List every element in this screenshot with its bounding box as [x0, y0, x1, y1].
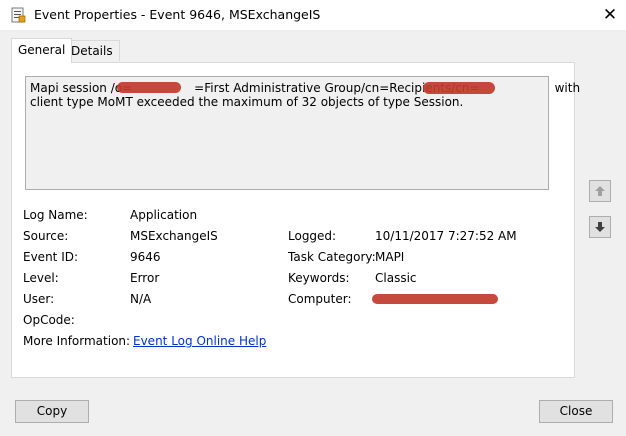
tab-details[interactable]: Details [64, 40, 120, 61]
window-title: Event Properties - Event 9646, MSExchang… [34, 7, 321, 22]
description-line-2: client type MoMT exceeded the maximum of… [30, 95, 464, 109]
computer-label: Computer: [288, 292, 352, 306]
event-description-box[interactable]: Mapi session /o= =First Administrative Gr… [25, 76, 580, 190]
log-name-value: Application [130, 208, 198, 222]
logged-value: 10/11/2017 7:27:52 AM [375, 229, 517, 243]
log-name-label: Log Name: [23, 208, 88, 222]
task-category-value: MAPI [375, 250, 405, 264]
user-label: User: [23, 292, 55, 306]
event-properties-icon [10, 7, 26, 23]
task-category-label: Task Category: [288, 250, 376, 264]
redaction-mark [117, 82, 181, 93]
previous-event-button[interactable] [589, 180, 611, 202]
user-value: N/A [130, 292, 152, 306]
source-label: Source: [23, 229, 69, 243]
redaction-mark [423, 82, 495, 94]
close-icon: ✕ [602, 5, 618, 25]
next-event-button[interactable] [589, 216, 611, 238]
description-text-part: with [554, 81, 581, 95]
event-id-label: Event ID: [23, 250, 79, 264]
arrow-down-icon [595, 222, 605, 232]
redaction-mark [372, 294, 498, 304]
event-log-online-help-link[interactable]: Event Log Online Help [133, 334, 266, 348]
keywords-label: Keywords: [288, 271, 350, 285]
tab-general[interactable]: General [11, 38, 73, 63]
close-window-button[interactable]: ✕ [596, 2, 624, 28]
logged-label: Logged: [288, 229, 337, 243]
opcode-label: OpCode: [23, 313, 75, 327]
source-value: MSExchangeIS [130, 229, 218, 243]
level-value: Error [130, 271, 160, 285]
more-information-label: More Information: [23, 334, 131, 348]
close-button[interactable]: Close [539, 400, 613, 423]
arrow-up-icon [595, 186, 605, 196]
level-label: Level: [23, 271, 59, 285]
copy-button[interactable]: Copy [15, 400, 89, 423]
event-id-value: 9646 [130, 250, 161, 264]
keywords-value: Classic [375, 271, 417, 285]
